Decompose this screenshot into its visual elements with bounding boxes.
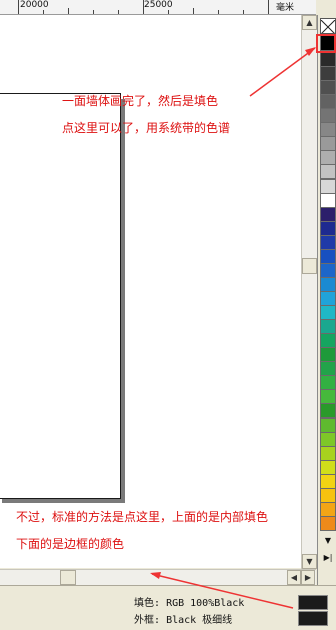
ruler-minor-tick [243,10,244,14]
palette-swatch[interactable] [320,66,336,82]
vertical-scrollbar[interactable]: ▲ ▼ [301,15,317,569]
ruler-label: 20000 [20,0,49,10]
palette-swatch[interactable] [320,192,336,208]
color-palette[interactable]: ▼ ▶| [317,15,336,585]
outline-color-well[interactable] [298,611,328,626]
ruler-minor-tick [93,10,94,14]
palette-swatch[interactable] [320,417,336,433]
palette-swatch[interactable] [320,234,336,250]
fill-label: 填色: [134,598,161,609]
palette-swatch[interactable] [320,178,336,194]
palette-swatch[interactable] [320,122,336,138]
palette-swatch[interactable] [320,501,336,517]
scroll-up-icon[interactable]: ▲ [302,15,317,30]
ruler-major-tick [268,0,269,14]
scroll-down-icon[interactable]: ▼ [302,554,317,569]
fill-color-well[interactable] [298,595,328,610]
palette-swatch[interactable] [320,431,336,447]
outline-status: 外框: Black 极细线 [134,611,232,626]
ruler-major-tick [18,0,19,14]
palette-swatch[interactable] [320,375,336,391]
ruler-unit: 毫米 [275,3,294,13]
palette-swatch[interactable] [320,248,336,264]
annotation-text: 不过，标准的方法是点这里，上面的是内部填色 [16,510,269,524]
palette-swatch[interactable] [320,515,336,531]
palette-swatch[interactable] [320,487,336,503]
palette-swatch[interactable] [320,150,336,166]
horizontal-scrollbar[interactable]: ◀ ▶ [0,569,316,586]
palette-swatch[interactable] [320,94,336,110]
palette-swatch[interactable] [320,52,336,67]
palette-swatch[interactable] [320,445,336,461]
palette-swatch[interactable] [320,347,336,363]
ruler-minor-tick [193,8,194,14]
scroll-right-icon[interactable]: ▶ [301,570,315,585]
palette-swatch[interactable] [320,361,336,377]
outline-value: Black 极细线 [166,615,233,626]
ruler-minor-tick [68,8,69,14]
palette-swatch[interactable] [320,80,336,96]
fill-status: 填色: RGB 100%Black [134,594,244,609]
horizontal-ruler[interactable]: 20000 25000 毫米 [0,0,316,15]
palette-swatch[interactable] [320,164,336,180]
scroll-left-icon[interactable]: ◀ [287,570,301,585]
ruler-minor-tick [43,10,44,14]
fill-value: RGB 100%Black [166,598,245,609]
palette-swatch[interactable] [320,319,336,335]
palette-swatch[interactable] [320,276,336,292]
annotation-text: 点这里可以了，用系统带的色谱 [62,121,231,135]
palette-down-icon[interactable]: ▼ [320,535,336,547]
palette-swatch[interactable] [320,108,336,124]
palette-swatch[interactable] [320,206,336,222]
vertical-scroll-thumb[interactable] [302,258,317,274]
highlight-box [316,34,336,53]
ruler-minor-tick [218,10,219,14]
status-bar: 填色: RGB 100%Black 外框: Black 极细线 [0,585,336,630]
palette-swatch[interactable] [320,403,336,419]
palette-expand-icon[interactable]: ▶| [320,552,336,564]
ruler-minor-tick [118,10,119,14]
annotation-text: 一面墙体画完了，然后是填色 [62,94,219,108]
page-rectangle[interactable] [0,93,121,499]
annotation-text: 下面的是边框的颜色 [16,537,125,551]
palette-swatch[interactable] [320,136,336,152]
horizontal-scroll-thumb[interactable] [60,570,76,585]
ruler-minor-tick [168,10,169,14]
ruler-label: 25000 [144,0,173,10]
palette-swatch[interactable] [320,262,336,278]
palette-swatch[interactable] [320,389,336,405]
palette-swatch[interactable] [320,333,336,349]
palette-swatch[interactable] [320,220,336,236]
outline-label: 外框: [134,615,161,626]
palette-swatch[interactable] [320,459,336,475]
palette-swatch[interactable] [320,291,336,306]
palette-swatch[interactable] [320,305,336,321]
no-fill-icon-glyph [321,19,335,33]
palette-swatch[interactable] [320,473,336,489]
no-fill-icon[interactable] [320,18,336,34]
